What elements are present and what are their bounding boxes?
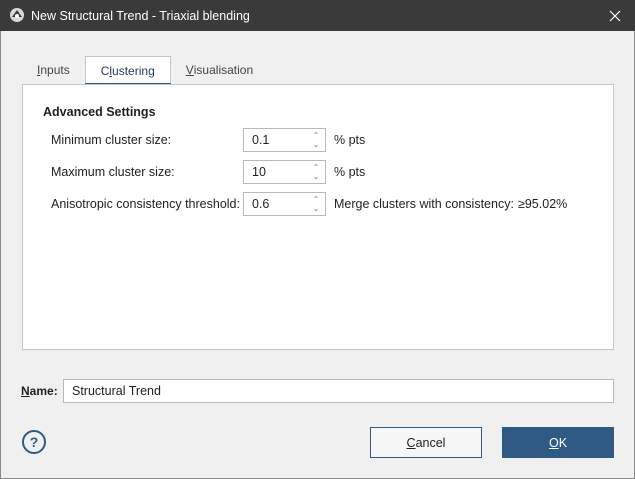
min-cluster-unit: % pts [334, 133, 366, 147]
merge-consistency-label: Merge clusters with consistency: [334, 197, 514, 211]
name-label: Name: [21, 384, 58, 398]
chevron-up-icon[interactable]: ⌃ [313, 195, 320, 204]
tab-clustering[interactable]: Cl ustering [84, 56, 171, 85]
help-icon: ? [29, 434, 39, 450]
spin-arrows[interactable]: ⌃ ⌄ [309, 161, 323, 183]
section-title: Advanced Settings [43, 105, 156, 119]
spin-arrows[interactable]: ⌃ ⌄ [309, 193, 323, 215]
chevron-up-icon[interactable]: ⌃ [313, 163, 320, 172]
anisotropic-value[interactable]: 0.6 [244, 197, 309, 211]
tab-bar: Inputs Cl ustering Visualisation [22, 56, 268, 85]
clustering-panel: Advanced Settings Minimum cluster size: … [22, 84, 614, 350]
title-bar: New Structural Trend - Triaxial blending [0, 0, 635, 31]
tab-visualisation[interactable]: Visualisation [171, 56, 268, 84]
min-cluster-input[interactable]: 0.1 ⌃ ⌄ [243, 128, 326, 152]
window-title: New Structural Trend - Triaxial blending [31, 9, 250, 23]
max-cluster-unit: % pts [334, 165, 366, 179]
anisotropic-input[interactable]: 0.6 ⌃ ⌄ [243, 192, 326, 216]
ok-button[interactable]: OK [502, 427, 614, 458]
chevron-down-icon[interactable]: ⌄ [313, 204, 320, 213]
merge-consistency-value: ≥95.02% [518, 197, 568, 211]
close-icon [609, 10, 621, 21]
anisotropic-label: Anisotropic consistency threshold: [51, 197, 240, 211]
min-cluster-label: Minimum cluster size: [51, 133, 172, 147]
chevron-down-icon[interactable]: ⌄ [313, 172, 320, 181]
chevron-up-icon[interactable]: ⌃ [313, 131, 320, 140]
spin-arrows[interactable]: ⌃ ⌄ [309, 129, 323, 151]
max-cluster-label: Maximum cluster size: [51, 165, 175, 179]
close-button[interactable] [595, 0, 635, 31]
name-input[interactable]: Structural Trend [63, 379, 614, 403]
chevron-down-icon[interactable]: ⌄ [313, 140, 320, 149]
max-cluster-value[interactable]: 10 [244, 165, 309, 179]
tab-inputs[interactable]: Inputs [22, 56, 85, 84]
help-button[interactable]: ? [22, 430, 46, 454]
app-icon [9, 7, 25, 23]
max-cluster-input[interactable]: 10 ⌃ ⌄ [243, 160, 326, 184]
cancel-button[interactable]: Cancel [370, 427, 482, 458]
min-cluster-value[interactable]: 0.1 [244, 133, 309, 147]
